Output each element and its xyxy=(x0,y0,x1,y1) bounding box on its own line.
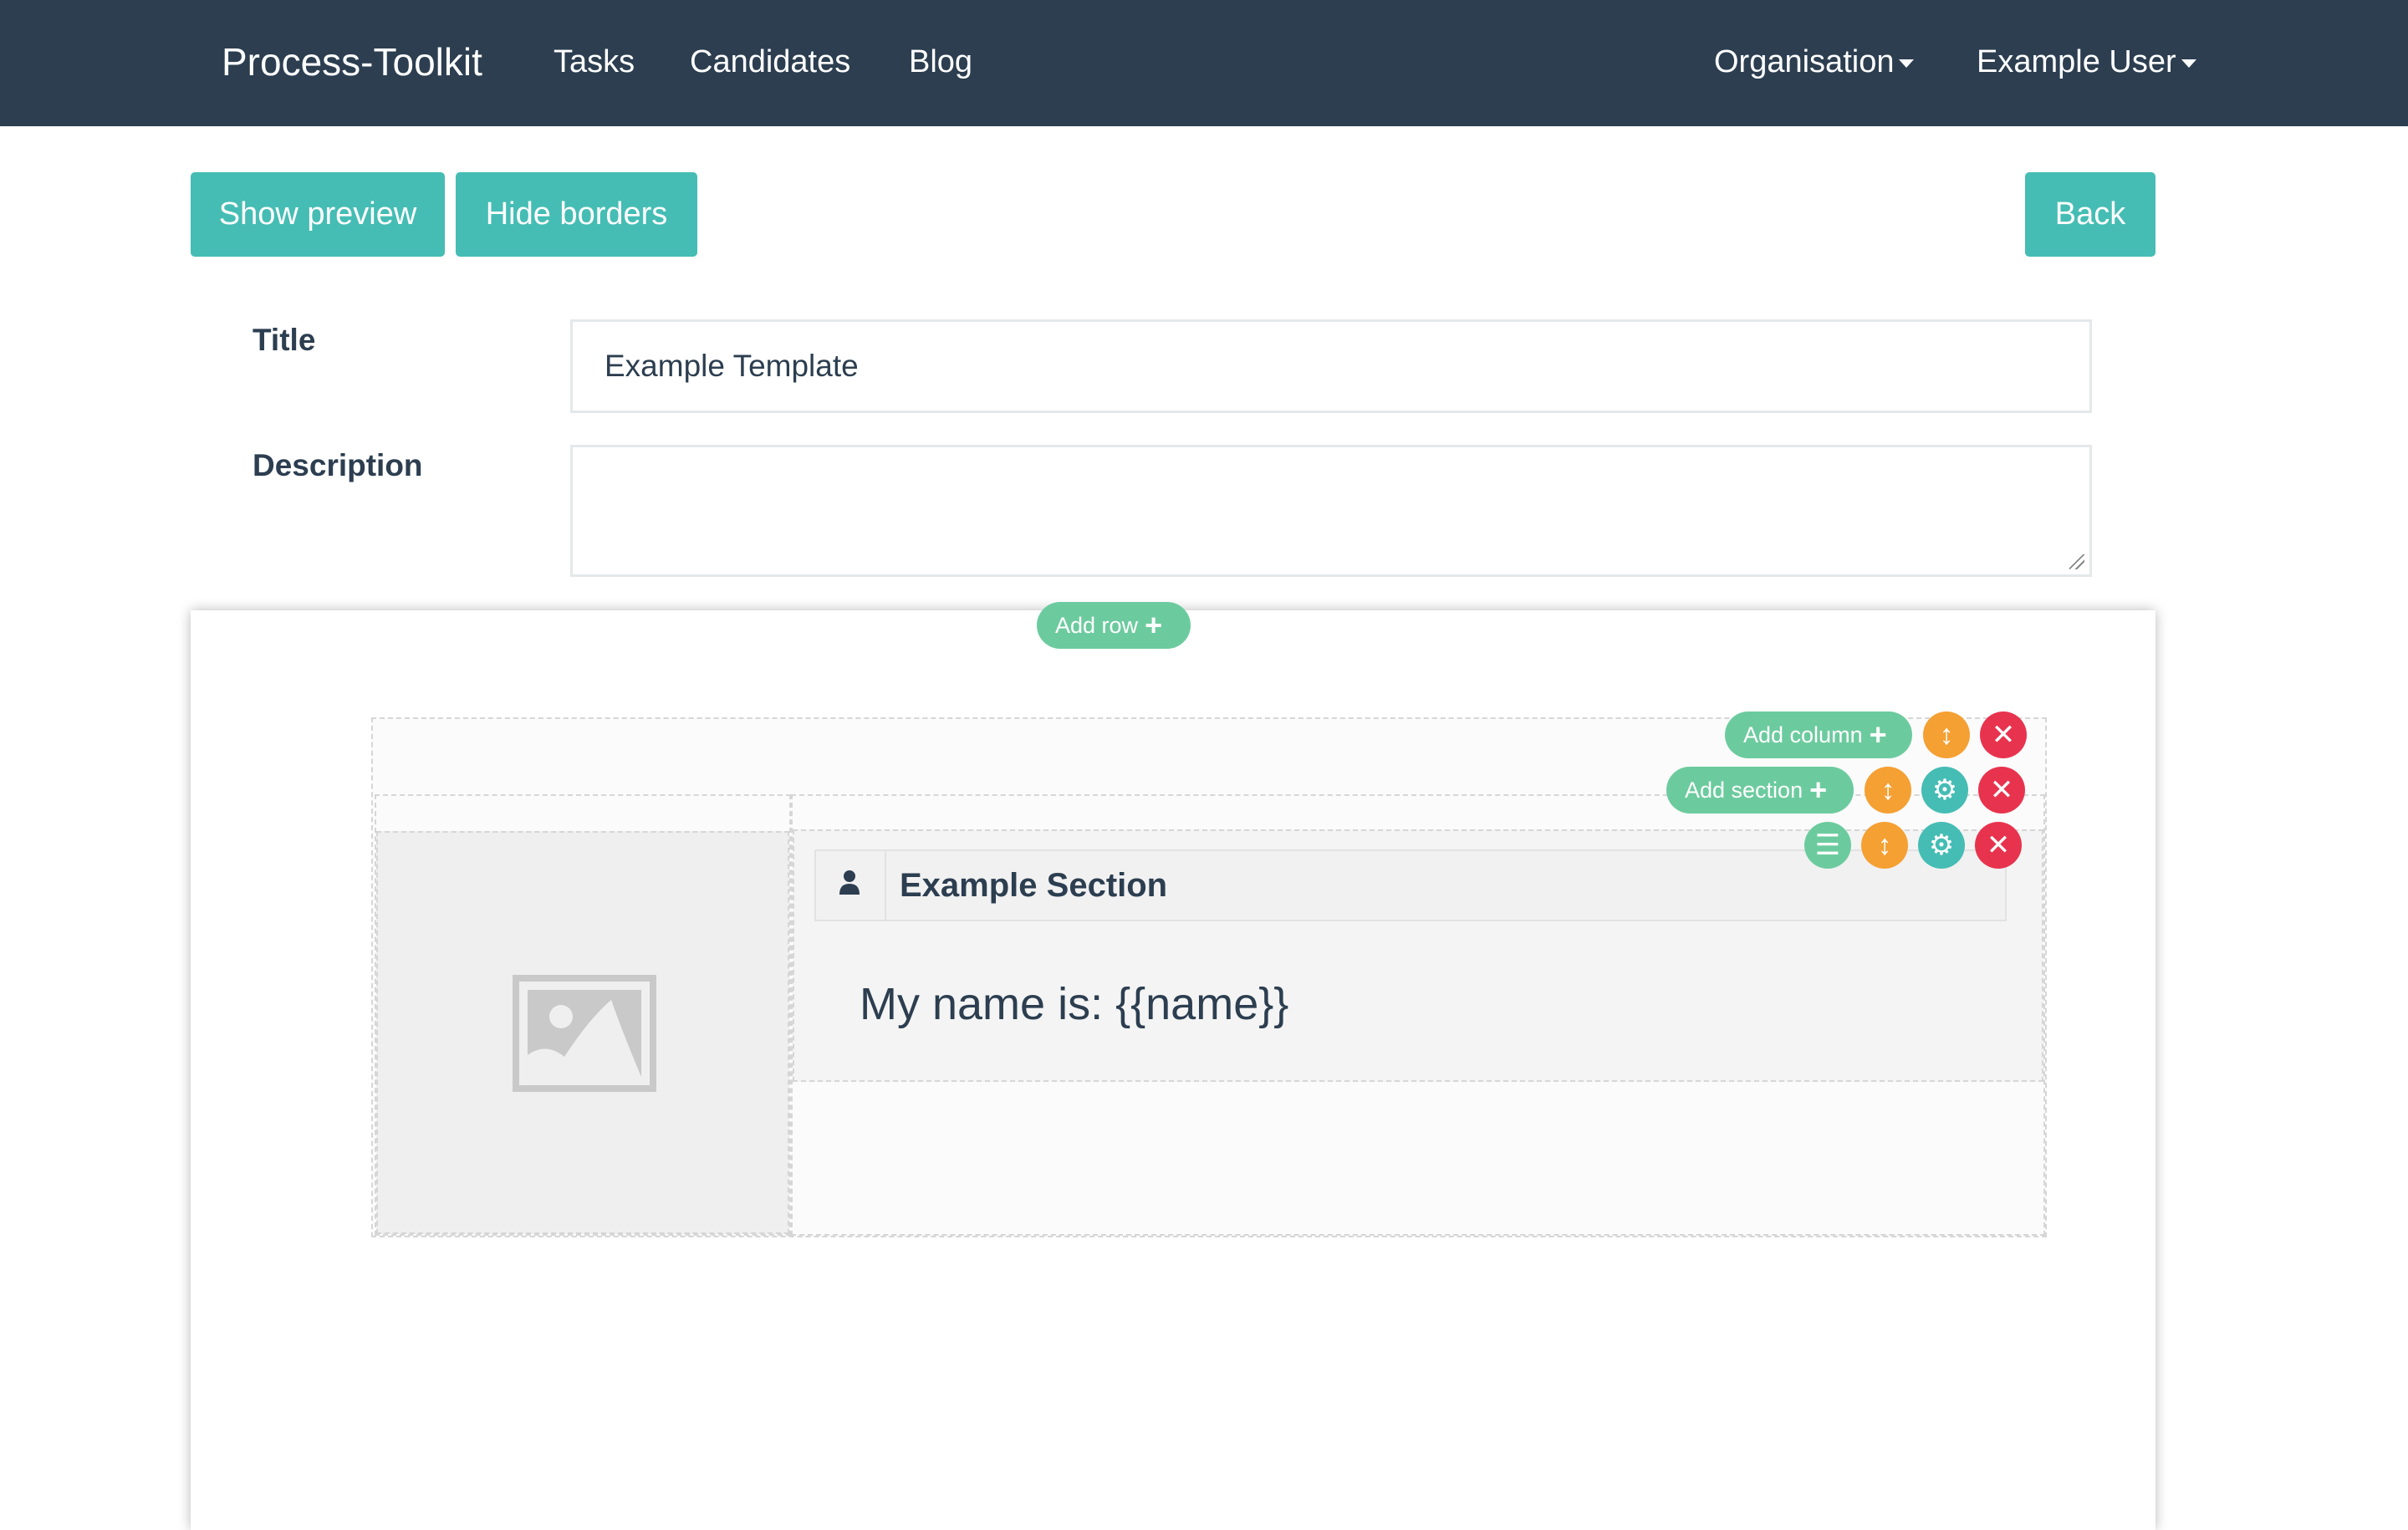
add-column-label: Add column xyxy=(1743,722,1863,747)
title-label: Title xyxy=(253,323,316,357)
hide-borders-button[interactable]: Hide borders xyxy=(456,172,697,257)
add-section-label: Add section xyxy=(1685,778,1803,803)
plus-icon: + xyxy=(1809,773,1828,807)
list-icon: ☰ xyxy=(1814,829,1841,861)
chevron-down-icon xyxy=(2181,59,2196,68)
section-icon-cell xyxy=(816,851,886,920)
user-icon xyxy=(839,870,860,895)
image-icon xyxy=(513,975,656,1092)
move-column-button[interactable]: ↕ xyxy=(1865,767,1911,813)
column-settings-button[interactable]: ⚙ xyxy=(1921,767,1968,813)
close-icon: ✕ xyxy=(1989,774,2014,806)
user-label: Example User xyxy=(1977,44,2176,79)
organisation-label: Organisation xyxy=(1714,44,1895,79)
plus-icon: + xyxy=(1869,717,1887,752)
close-icon: ✕ xyxy=(1991,719,2016,751)
template-editor-canvas: Add row + Example Section My name is: {{n… xyxy=(191,602,2155,1530)
description-textarea[interactable] xyxy=(570,445,2092,577)
delete-column-button[interactable]: ✕ xyxy=(1978,767,2025,813)
vertical-arrows-icon: ↕ xyxy=(1880,774,1895,806)
add-column-button[interactable]: Add column + xyxy=(1725,711,1912,758)
move-row-button[interactable]: ↕ xyxy=(1923,711,1970,758)
section-settings-button[interactable]: ⚙ xyxy=(1918,822,1965,869)
nav-link-blog[interactable]: Blog xyxy=(909,40,972,84)
chevron-down-icon xyxy=(1899,59,1915,68)
nav-link-candidates[interactable]: Candidates xyxy=(690,40,850,84)
delete-section-button[interactable]: ✕ xyxy=(1975,822,2022,869)
nav-link-tasks[interactable]: Tasks xyxy=(554,40,635,84)
section-list-button[interactable]: ☰ xyxy=(1804,822,1851,869)
plus-icon: + xyxy=(1145,608,1163,642)
description-label: Description xyxy=(253,448,423,482)
back-button[interactable]: Back xyxy=(2025,172,2155,257)
add-row-button[interactable]: Add row + xyxy=(1037,602,1191,649)
vertical-arrows-icon: ↕ xyxy=(1877,829,1892,861)
image-placeholder xyxy=(376,831,789,1234)
close-icon: ✕ xyxy=(1986,829,2011,861)
move-section-button[interactable]: ↕ xyxy=(1861,822,1908,869)
user-dropdown[interactable]: Example User xyxy=(1977,40,2196,84)
add-row-label: Add row xyxy=(1055,613,1139,638)
gear-icon: ⚙ xyxy=(1928,829,1955,861)
resize-handle-icon[interactable] xyxy=(2069,554,2084,569)
vertical-arrows-icon: ↕ xyxy=(1939,719,1954,751)
top-navbar: Process-Toolkit Tasks Candidates Blog Or… xyxy=(0,0,2408,126)
show-preview-button[interactable]: Show preview xyxy=(191,172,445,257)
organisation-dropdown[interactable]: Organisation xyxy=(1714,40,1915,84)
add-section-button[interactable]: Add section + xyxy=(1666,767,1854,813)
section-block: Example Section My name is: {{name}} xyxy=(793,829,2043,1082)
delete-row-button[interactable]: ✕ xyxy=(1980,711,2027,758)
gear-icon: ⚙ xyxy=(1931,774,1958,806)
section-body-text[interactable]: My name is: {{name}} xyxy=(860,975,1288,1033)
brand-link[interactable]: Process-Toolkit xyxy=(222,37,482,87)
title-input[interactable]: Example Template xyxy=(570,319,2092,413)
section-title[interactable]: Example Section xyxy=(900,851,1167,920)
